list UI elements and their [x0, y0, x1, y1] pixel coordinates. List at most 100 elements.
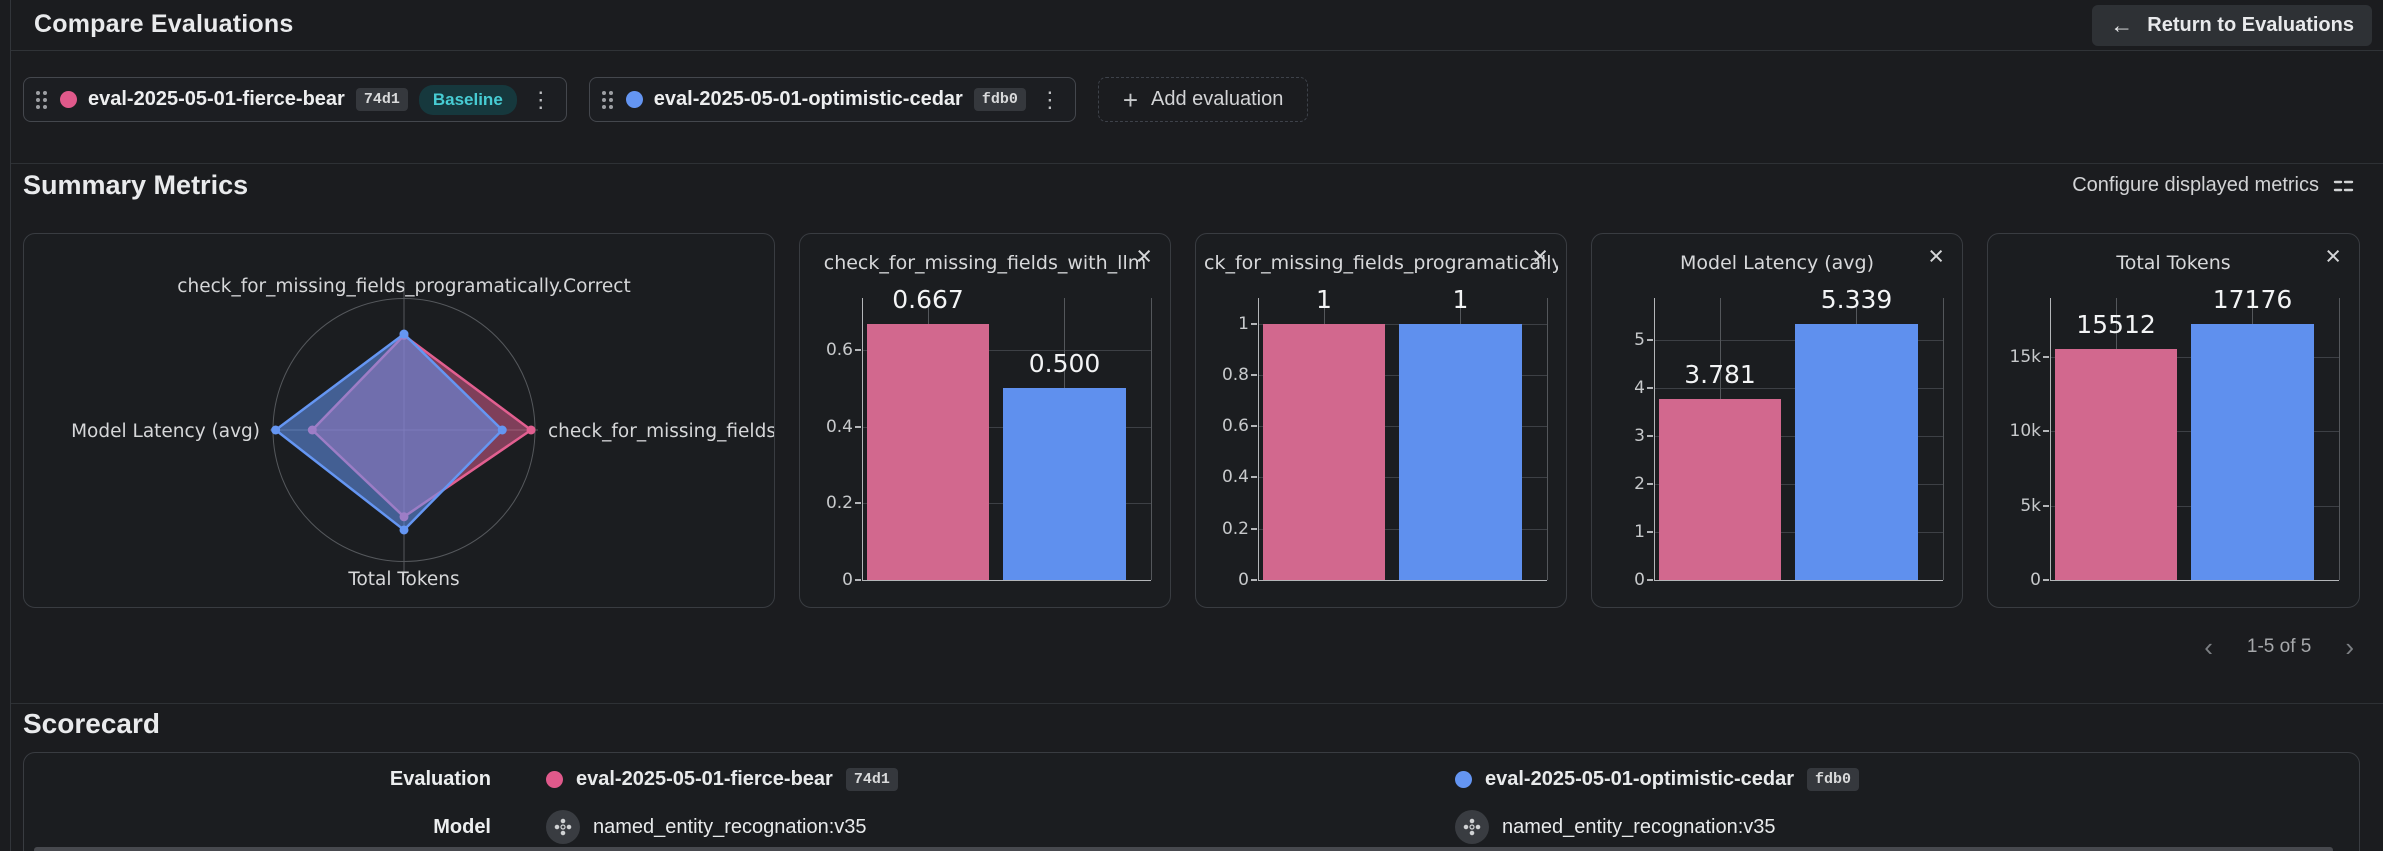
axis-tick: [2043, 355, 2049, 358]
bar-value-label: 15512: [2076, 309, 2156, 339]
evaluation-name: eval-2025-05-01-fierce-bear: [576, 767, 833, 790]
chevron-left-icon[interactable]: ‹: [2198, 633, 2219, 661]
bar-chart-title: Total Tokens: [2116, 252, 2231, 274]
radar-axis-label: check_for_missing_fields_: [548, 421, 775, 442]
y-tick-label: 0.2: [1221, 518, 1249, 539]
add-evaluation-label: Add evaluation: [1151, 88, 1284, 110]
radar-vertex-dot[interactable]: [497, 425, 507, 435]
axis-tick: [1647, 435, 1653, 438]
radar-vertex-dot[interactable]: [399, 525, 409, 535]
y-tick-label: 0.4: [1221, 467, 1249, 488]
close-icon[interactable]: ×: [1130, 242, 1158, 271]
evaluation-pills-row: eval-2025-05-01-fierce-bear 74d1 Baselin…: [23, 77, 1309, 122]
return-to-evaluations-button[interactable]: ← Return to Evaluations: [2092, 5, 2372, 46]
scorecard-row-label: Model: [433, 815, 491, 838]
radar-overview-card: check_for_missing_fields_programatically…: [23, 233, 775, 608]
scorecard-evaluation-candidate[interactable]: eval-2025-05-01-optimistic-cedar fdb0: [1455, 767, 1860, 791]
radar-axis-label: Total Tokens: [347, 569, 459, 590]
pagination-label: 1-5 of 5: [2246, 636, 2312, 657]
gridline: [1151, 298, 1152, 580]
axis-tick: [2043, 430, 2049, 433]
radar-vertex-dot[interactable]: [271, 425, 281, 435]
scorecard-evaluation-row: Evaluation eval-2025-05-01-fierce-bear 7…: [24, 755, 2359, 803]
summary-metrics-title: Summary Metrics: [23, 170, 249, 200]
y-tick-label: 3: [1634, 426, 1645, 447]
y-tick-label: 0.8: [1221, 364, 1249, 385]
bar-value-label: 3.781: [1684, 359, 1756, 389]
axis-tick: [855, 425, 861, 428]
gridline: [1547, 298, 1548, 580]
page-title: Compare Evaluations: [34, 10, 294, 38]
evaluation-hash-badge: fdb0: [1807, 767, 1860, 791]
close-icon[interactable]: ×: [1922, 242, 1950, 271]
bar-chart-title: check_for_missing_fields_with_llm: [823, 252, 1147, 274]
section-divider: [11, 163, 2383, 164]
y-tick-label: 1: [1238, 313, 1249, 334]
close-icon[interactable]: ×: [1526, 242, 1554, 271]
evaluation-pill-candidate[interactable]: eval-2025-05-01-optimistic-cedar fdb0 ⋮: [588, 77, 1076, 122]
chevron-right-icon[interactable]: ›: [2339, 633, 2360, 661]
page-header: Compare Evaluations ← Return to Evaluati…: [11, 0, 2383, 51]
kebab-menu-icon[interactable]: ⋮: [1037, 88, 1063, 111]
bar-candidate[interactable]: [1399, 323, 1522, 580]
y-tick-label: 0.2: [825, 493, 853, 514]
bar-baseline[interactable]: [2055, 348, 2177, 580]
axis-tick: [1251, 476, 1257, 479]
drag-handle-icon[interactable]: [36, 90, 47, 109]
bar-value-label: 5.339: [1820, 285, 1893, 315]
axis-tick: [1647, 579, 1653, 581]
axis-tick: [1251, 373, 1257, 376]
close-icon[interactable]: ×: [2319, 242, 2347, 271]
evaluation-name: eval-2025-05-01-fierce-bear: [88, 88, 345, 110]
configure-list-icon: [2333, 180, 2354, 191]
compare-evaluations-page: Compare Evaluations ← Return to Evaluati…: [0, 0, 2383, 851]
gridline: [1943, 298, 1944, 580]
evaluation-hash-badge: 74d1: [845, 767, 898, 791]
horizontal-scrollbar[interactable]: [34, 847, 2333, 851]
bar-value-label: 17176: [2212, 285, 2293, 315]
bar-baseline[interactable]: [867, 324, 989, 580]
evaluation-color-dot: [625, 91, 643, 108]
kebab-menu-icon[interactable]: ⋮: [528, 88, 554, 111]
configure-displayed-metrics-button[interactable]: Configure displayed metrics: [2066, 173, 2360, 198]
y-tick-label: 0: [842, 570, 853, 590]
radar-chart-svg: check_for_missing_fields_programatically…: [71, 276, 775, 590]
metric-card: × ck_for_missing_fields_programatically.…: [1195, 233, 1567, 608]
bar-baseline[interactable]: [1659, 398, 1781, 580]
return-button-label: Return to Evaluations: [2147, 14, 2354, 36]
bar-value-label: 0.500: [1028, 349, 1101, 379]
cards-pagination: ‹ 1-5 of 5 ›: [2198, 633, 2360, 661]
axis-tick: [2043, 504, 2049, 507]
axis-tick: [1647, 531, 1653, 534]
y-tick-label: 1: [1634, 522, 1645, 543]
evaluation-color-dot: [1455, 770, 1472, 788]
add-evaluation-button[interactable]: + Add evaluation: [1097, 77, 1309, 122]
model-name: named_entity_recognation:v35: [1502, 815, 1776, 838]
radar-vertex-dot[interactable]: [399, 329, 409, 339]
evaluation-hash-badge: fdb0: [973, 88, 1026, 111]
scorecard-model-baseline[interactable]: named_entity_recognation:v35: [546, 810, 1455, 844]
bar-candidate[interactable]: [1003, 388, 1126, 580]
evaluation-color-dot: [546, 770, 563, 788]
scorecard-row-label: Evaluation: [389, 767, 491, 790]
drag-handle-icon[interactable]: [601, 90, 613, 109]
radar-vertex-dot[interactable]: [526, 425, 536, 435]
evaluation-pill-baseline[interactable]: eval-2025-05-01-fierce-bear 74d1 Baselin…: [23, 77, 567, 122]
section-divider: [11, 703, 2383, 704]
radar-polygon-candidate: [274, 332, 504, 532]
bar-candidate[interactable]: [1795, 324, 1918, 580]
gridline: [2339, 298, 2340, 580]
axis-tick: [1251, 425, 1257, 428]
axis-tick: [855, 502, 861, 505]
model-icon: [1455, 810, 1489, 844]
axis-tick: [855, 348, 861, 351]
bar-candidate[interactable]: [2191, 324, 2314, 580]
metric-card: × check_for_missing_fields_with_llm 0 0.2…: [799, 233, 1171, 608]
bar-chart-title: Model Latency (avg): [1680, 252, 1874, 274]
axis-tick: [1647, 339, 1653, 342]
axis-tick: [1251, 579, 1257, 581]
bar-baseline[interactable]: [1263, 323, 1385, 580]
bar-value-label: 0.667: [892, 285, 964, 315]
scorecard-model-candidate[interactable]: named_entity_recognation:v35: [1455, 810, 1776, 844]
scorecard-evaluation-baseline[interactable]: eval-2025-05-01-fierce-bear 74d1: [546, 767, 1455, 791]
